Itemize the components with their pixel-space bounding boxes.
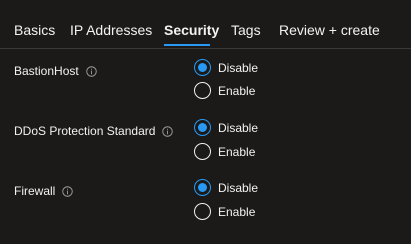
tab-tags[interactable]: Tags <box>231 22 261 38</box>
radio-label: Disable <box>218 60 259 75</box>
tab-security[interactable]: Security <box>164 22 219 38</box>
info-icon[interactable] <box>162 125 174 137</box>
info-icon[interactable] <box>85 65 97 77</box>
radio-button[interactable] <box>194 143 211 160</box>
setting-label-firewall: Firewall <box>14 184 74 198</box>
setting-label-text: Firewall <box>14 184 56 198</box>
tab-bar: Basics IP Addresses Security Tags Review… <box>0 0 411 50</box>
radio-button[interactable] <box>194 203 211 220</box>
bastionhost-enable-option[interactable]: Enable <box>194 82 255 99</box>
tab-basics[interactable]: Basics <box>14 22 55 38</box>
radio-label: Disable <box>218 180 259 195</box>
radio-label: Disable <box>218 120 259 135</box>
firewall-disable-option[interactable]: Disable <box>194 179 258 196</box>
tab-ip-addresses[interactable]: IP Addresses <box>70 22 152 38</box>
radio-button[interactable] <box>194 179 211 196</box>
security-settings-page: Basics IP Addresses Security Tags Review… <box>0 0 411 244</box>
firewall-enable-option[interactable]: Enable <box>194 203 255 220</box>
active-tab-indicator <box>164 44 210 46</box>
tab-divider <box>0 48 411 49</box>
radio-label: Enable <box>218 83 256 98</box>
radio-button[interactable] <box>194 59 211 76</box>
setting-label-ddos-protection: DDoS Protection Standard <box>14 124 174 138</box>
radio-button[interactable] <box>194 119 211 136</box>
ddos-enable-option[interactable]: Enable <box>194 143 255 160</box>
ddos-disable-option[interactable]: Disable <box>194 119 258 136</box>
radio-label: Enable <box>218 204 256 219</box>
setting-label-text: BastionHost <box>14 64 79 78</box>
tab-review-create[interactable]: Review + create <box>279 22 380 38</box>
bastionhost-disable-option[interactable]: Disable <box>194 59 258 76</box>
info-icon[interactable] <box>62 185 74 197</box>
setting-label-text: DDoS Protection Standard <box>14 124 156 138</box>
radio-button[interactable] <box>194 82 211 99</box>
setting-label-bastionhost: BastionHost <box>14 64 97 78</box>
radio-label: Enable <box>218 144 256 159</box>
